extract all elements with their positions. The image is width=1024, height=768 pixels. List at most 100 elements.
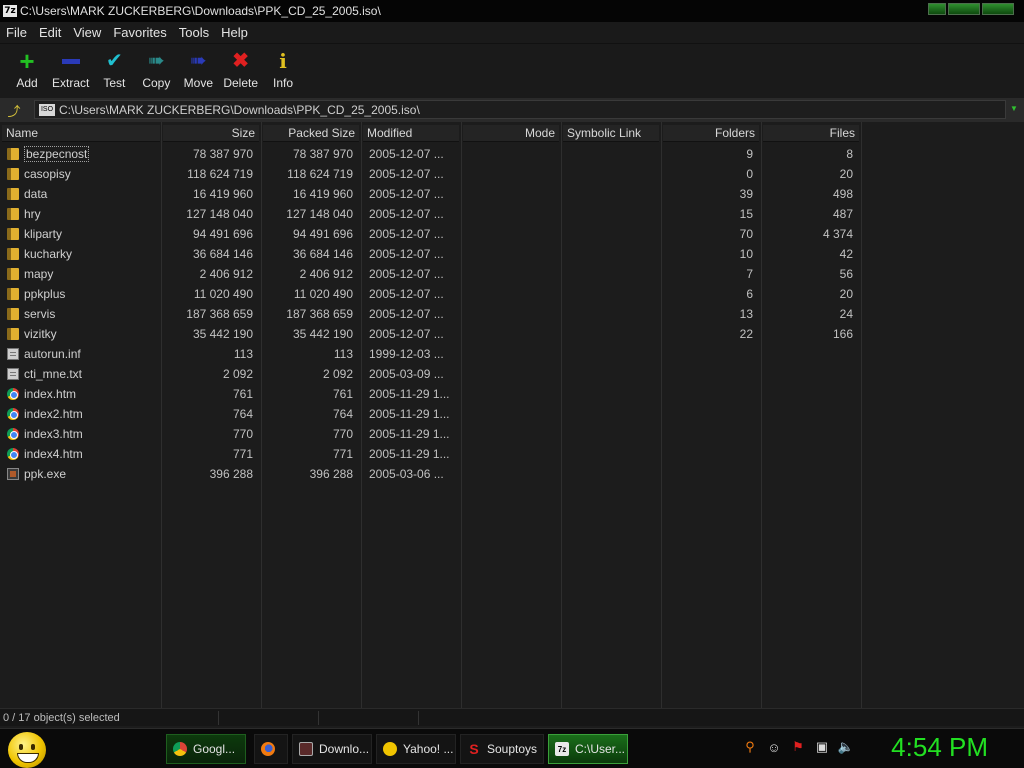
- file-name-cell[interactable]: autorun.inf: [4, 344, 160, 364]
- taskbar-task[interactable]: Downlo...: [292, 734, 372, 764]
- file-name: index2.htm: [24, 407, 83, 421]
- file-row[interactable]: data 16 419 960 16 419 960 2005-12-07 ... 39…: [0, 184, 862, 204]
- file-name: index4.htm: [24, 447, 83, 461]
- search-icon[interactable]: ⚲: [742, 739, 758, 755]
- column-header-packed-size[interactable]: Packed Size: [263, 125, 359, 142]
- column-header-files[interactable]: Files: [763, 125, 859, 142]
- file-row[interactable]: cti_mne.txt 2 092 2 092 2005-03-09 ...: [0, 364, 862, 384]
- address-dropdown-icon[interactable]: ▼: [1010, 104, 1018, 113]
- start-button[interactable]: [8, 732, 46, 768]
- window-title: C:\Users\MARK ZUCKERBERG\Downloads\PPK_C…: [20, 4, 381, 18]
- file-name-cell[interactable]: kliparty: [4, 224, 160, 244]
- file-size-cell: 11 020 490: [193, 287, 253, 301]
- copy-button[interactable]: ➠ Copy: [135, 44, 177, 90]
- flag-icon[interactable]: ⚑: [790, 739, 806, 755]
- file-packed-size-cell: 94 491 696: [292, 227, 353, 241]
- folder-icon: [7, 188, 19, 200]
- file-name-cell[interactable]: servis: [4, 304, 160, 324]
- taskbar-task[interactable]: Yahoo! ...: [376, 734, 456, 764]
- menu-favorites[interactable]: Favorites: [107, 25, 172, 40]
- file-name-cell[interactable]: bezpecnost: [4, 144, 160, 164]
- file-name-cell[interactable]: cti_mne.txt: [4, 364, 160, 384]
- file-name-cell[interactable]: mapy: [4, 264, 160, 284]
- file-row[interactable]: servis 187 368 659 187 368 659 2005-12-07 .…: [0, 304, 862, 324]
- file-row[interactable]: kliparty 94 491 696 94 491 696 2005-12-07 .…: [0, 224, 862, 244]
- minimize-button[interactable]: [928, 3, 946, 15]
- file-row[interactable]: autorun.inf 113 113 1999-12-03 ...: [0, 344, 862, 364]
- file-files-cell: 487: [832, 207, 853, 221]
- file-row[interactable]: index3.htm 770 770 2005-11-29 1...: [0, 424, 862, 444]
- menu-file[interactable]: File: [0, 25, 33, 40]
- file-name-cell[interactable]: casopisy: [4, 164, 160, 184]
- taskbar-task[interactable]: [254, 734, 288, 764]
- file-name-cell[interactable]: index2.htm: [4, 404, 160, 424]
- delete-button[interactable]: ✖ Delete: [219, 44, 262, 90]
- file-packed-size-cell: 771: [332, 447, 353, 461]
- taskbar-clock[interactable]: 4:54 PM: [891, 732, 988, 763]
- file-row[interactable]: mapy 2 406 912 2 406 912 2005-12-07 ... 7 56: [0, 264, 862, 284]
- file-name-cell[interactable]: ppk.exe: [4, 464, 160, 484]
- file-modified-cell: 2005-12-07 ...: [369, 327, 444, 341]
- file-packed-size-cell: 761: [332, 387, 353, 401]
- add-button[interactable]: + Add: [6, 44, 48, 90]
- menu-view[interactable]: View: [67, 25, 107, 40]
- volume-icon[interactable]: 🔈: [838, 739, 854, 755]
- file-row[interactable]: index2.htm 764 764 2005-11-29 1...: [0, 404, 862, 424]
- folder-icon: [7, 308, 19, 320]
- file-row[interactable]: casopisy 118 624 719 118 624 719 2005-12-07…: [0, 164, 862, 184]
- folder-icon: [7, 268, 19, 280]
- column-header-mode[interactable]: Mode: [463, 125, 559, 142]
- file-modified-cell: 2005-03-06 ...: [369, 467, 444, 481]
- menu-help[interactable]: Help: [215, 25, 254, 40]
- address-bar: ⤴ ISO C:\Users\MARK ZUCKERBERG\Downloads…: [0, 98, 1024, 122]
- move-arrow-icon: ➠: [189, 50, 207, 72]
- up-folder-button[interactable]: ⤴: [3, 100, 25, 120]
- file-size-cell: 770: [232, 427, 253, 441]
- file-files-cell: 56: [839, 267, 853, 281]
- file-row[interactable]: ppk.exe 396 288 396 288 2005-03-06 ...: [0, 464, 862, 484]
- taskbar-task-label: Yahoo! ...: [403, 742, 454, 756]
- column-header-name[interactable]: Name: [2, 125, 160, 142]
- column-header-symbolic-link[interactable]: Symbolic Link: [563, 125, 659, 142]
- file-row[interactable]: index4.htm 771 771 2005-11-29 1...: [0, 444, 862, 464]
- address-field[interactable]: ISO C:\Users\MARK ZUCKERBERG\Downloads\P…: [34, 100, 1006, 119]
- file-name-cell[interactable]: ppkplus: [4, 284, 160, 304]
- smiley-icon[interactable]: ☺: [766, 739, 782, 755]
- network-icon[interactable]: ▣: [814, 739, 830, 755]
- file-name-cell[interactable]: index.htm: [4, 384, 160, 404]
- column-header-modified[interactable]: Modified: [363, 125, 459, 142]
- file-row[interactable]: kucharky 36 684 146 36 684 146 2005-12-07 .…: [0, 244, 862, 264]
- test-button[interactable]: ✔ Test: [93, 44, 135, 90]
- folder-icon: [7, 168, 19, 180]
- chrome-icon: [173, 742, 187, 756]
- file-row[interactable]: vizitky 35 442 190 35 442 190 2005-12-07 ..…: [0, 324, 862, 344]
- taskbar-task[interactable]: S Souptoys: [460, 734, 544, 764]
- info-button[interactable]: i Info: [262, 44, 304, 90]
- file-size-cell: 78 387 970: [192, 147, 253, 161]
- menu-edit[interactable]: Edit: [33, 25, 67, 40]
- file-name-cell[interactable]: kucharky: [4, 244, 160, 264]
- file-row[interactable]: bezpecnost 78 387 970 78 387 970 2005-12-07…: [0, 144, 862, 164]
- menu-tools[interactable]: Tools: [173, 25, 215, 40]
- extract-button[interactable]: Extract: [48, 44, 93, 90]
- close-button[interactable]: [982, 3, 1014, 15]
- taskbar-task[interactable]: 7z C:\User...: [548, 734, 628, 764]
- file-row[interactable]: hry 127 148 040 127 148 040 2005-12-07 ... 1…: [0, 204, 862, 224]
- column-header-size[interactable]: Size: [163, 125, 259, 142]
- file-name-cell[interactable]: index4.htm: [4, 444, 160, 464]
- 7zip-app-icon[interactable]: 7z: [3, 5, 17, 17]
- move-button[interactable]: ➠ Move: [177, 44, 219, 90]
- taskbar-task[interactable]: Googl...: [166, 734, 246, 764]
- file-row[interactable]: ppkplus 11 020 490 11 020 490 2005-12-07 ..…: [0, 284, 862, 304]
- maximize-button[interactable]: [948, 3, 980, 15]
- file-name-cell[interactable]: data: [4, 184, 160, 204]
- file-name-cell[interactable]: vizitky: [4, 324, 160, 344]
- file-size-cell: 113: [233, 347, 253, 361]
- title-bar: 7z C:\Users\MARK ZUCKERBERG\Downloads\PP…: [0, 0, 1024, 22]
- file-row[interactable]: index.htm 761 761 2005-11-29 1...: [0, 384, 862, 404]
- file-name-cell[interactable]: hry: [4, 204, 160, 224]
- file-size-cell: 35 442 190: [192, 327, 253, 341]
- file-size-cell: 761: [232, 387, 253, 401]
- column-header-folders[interactable]: Folders: [663, 125, 759, 142]
- file-name-cell[interactable]: index3.htm: [4, 424, 160, 444]
